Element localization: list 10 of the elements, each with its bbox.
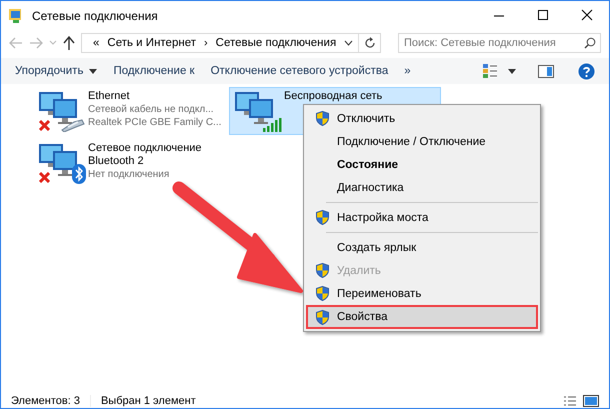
- connection-status: Realtek PCIe GBE Family C...: [88, 116, 222, 129]
- connection-status: Сетевой кабель не подкл...: [88, 103, 215, 116]
- connection-name: Беспроводная сеть: [284, 90, 382, 103]
- connection-name: Ethernet: [88, 90, 131, 103]
- breadcrumb-separator: ›: [204, 37, 208, 49]
- connection-name: Сетевое подключение Bluetooth 2: [88, 142, 203, 168]
- status-text: Выбран 1 элемент: [90, 395, 196, 407]
- status-text: Элементов: 3: [11, 395, 80, 407]
- window-title: Сетевые подключения: [32, 8, 158, 22]
- connection-status: Нет подключения: [88, 168, 170, 181]
